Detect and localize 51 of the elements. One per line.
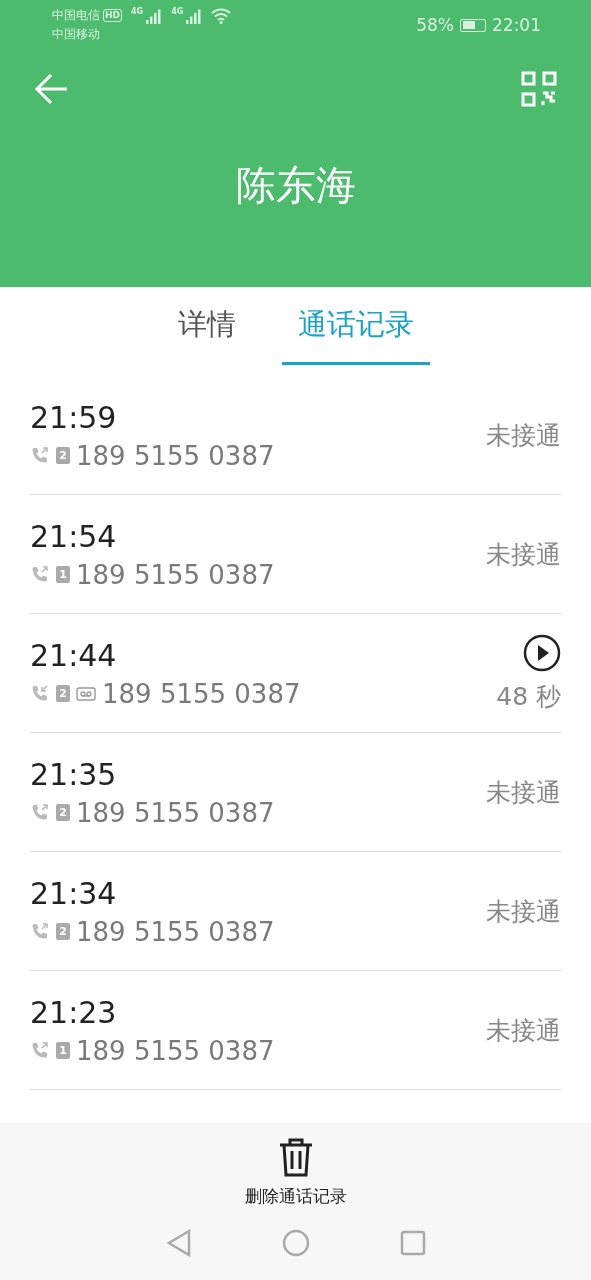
wifi-icon xyxy=(211,7,232,24)
play-button[interactable] xyxy=(523,633,561,672)
network-type: 4G xyxy=(131,7,144,16)
sim-badge: 2 xyxy=(56,685,70,702)
call-status: 未接通 xyxy=(486,538,561,571)
nav-home-button[interactable] xyxy=(281,1229,310,1257)
signal-icon xyxy=(146,7,163,24)
phone-number: 189 5155 0387 xyxy=(76,440,275,471)
qr-code-button[interactable] xyxy=(521,71,557,107)
phone-number: 189 5155 0387 xyxy=(76,1035,275,1066)
call-status: 未接通 xyxy=(486,419,561,452)
battery-icon xyxy=(460,18,486,32)
contact-name: 陈东海 xyxy=(234,161,357,210)
trash-icon xyxy=(277,1137,314,1177)
call-time: 21:35 xyxy=(30,756,118,792)
phone-number: 189 5155 0387 xyxy=(76,797,275,828)
sim-badge: 1 xyxy=(56,566,70,583)
phone-number: 189 5155 0387 xyxy=(76,916,275,947)
phone-number: 189 5155 0387 xyxy=(102,678,301,709)
sim-badge: 2 xyxy=(56,447,70,464)
call-log-row[interactable]: 21:23 1 189 5155 0387 未接通 xyxy=(30,971,561,1090)
call-duration: 48 秒 xyxy=(496,680,561,713)
call-time: 21:44 xyxy=(30,637,118,673)
call-time: 21:34 xyxy=(30,875,118,911)
clock: 22:01 xyxy=(492,15,541,35)
call-status: 未接通 xyxy=(486,776,561,809)
signal-icon xyxy=(186,7,203,24)
call-log-row[interactable]: 21:35 2 189 5155 0387 未接通 xyxy=(30,733,561,852)
call-time: 21:23 xyxy=(30,994,118,1030)
call-log-row[interactable]: 21:54 1 189 5155 0387 未接通 xyxy=(30,495,561,614)
sim-badge: 1 xyxy=(56,1042,70,1059)
carrier-name: 中国移动 xyxy=(52,26,101,43)
call-log-row[interactable]: 21:59 2 189 5155 0387 未接通 xyxy=(30,376,561,495)
call-log-row[interactable]: 21:34 2 189 5155 0387 未接通 xyxy=(30,852,561,971)
call-time: 21:59 xyxy=(30,399,118,435)
delete-call-log-button[interactable]: 删除通话记录 xyxy=(244,1137,347,1208)
call-time: 21:54 xyxy=(30,518,118,554)
nav-back-button[interactable] xyxy=(165,1228,192,1258)
call-log-row[interactable]: 21:44 2 189 5155 0387 48 秒 xyxy=(30,614,561,733)
sim-badge: 2 xyxy=(56,804,70,821)
call-status: 未接通 xyxy=(486,1014,561,1047)
network-type: 4G xyxy=(171,7,184,16)
nav-recents-button[interactable] xyxy=(399,1230,426,1256)
hd-badge: HD xyxy=(103,9,122,22)
tab[interactable]: 详情 xyxy=(161,287,252,365)
call-status: 未接通 xyxy=(486,895,561,928)
sim-badge: 2 xyxy=(56,923,70,940)
phone-number: 189 5155 0387 xyxy=(76,559,275,590)
battery-percent: 58% xyxy=(416,15,454,35)
carrier-name: 中国电信 xyxy=(52,7,100,24)
back-button[interactable] xyxy=(34,71,70,107)
